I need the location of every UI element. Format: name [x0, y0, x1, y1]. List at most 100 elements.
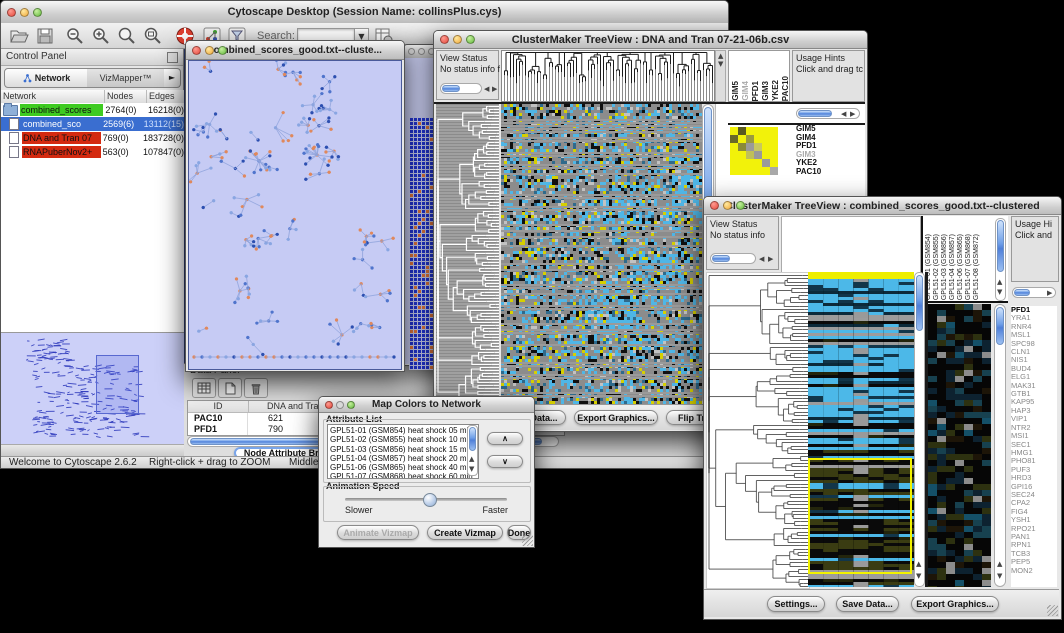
matrix-cell[interactable]	[730, 167, 738, 175]
tv1-status-thumb[interactable]	[442, 85, 460, 92]
tv2-zoom-heatmap[interactable]	[928, 304, 991, 587]
minimize-button[interactable]	[20, 8, 29, 17]
scroll-left-icon[interactable]: ◀	[759, 256, 764, 263]
tv1-hints-thumb[interactable]	[798, 110, 832, 117]
matrix-cell[interactable]	[762, 159, 770, 167]
scroll-down-icon[interactable]: ▼	[916, 573, 921, 580]
tv2-status-scrollbar[interactable]	[710, 253, 756, 264]
tab-network[interactable]: Network	[4, 68, 89, 88]
matrix-cell[interactable]	[738, 151, 746, 159]
open-session-icon[interactable]	[9, 26, 29, 46]
tab-vizmapper[interactable]: VizMapper™	[87, 68, 165, 88]
tv1-row-dendrogram[interactable]	[436, 104, 499, 404]
matrix-cell[interactable]	[746, 167, 754, 175]
tv2-zoom-thumb[interactable]	[996, 307, 1004, 345]
scroll-up-icon[interactable]: ▲	[997, 561, 1002, 568]
matrix-cell[interactable]	[746, 127, 754, 135]
attribute-list-item[interactable]: GPL51-07 (GSM868) heat shock 60 min	[330, 472, 466, 479]
matrix-cell[interactable]	[762, 143, 770, 151]
matrix-cell[interactable]	[754, 159, 762, 167]
zoom-out-icon[interactable]	[65, 26, 85, 46]
matrix-cell[interactable]	[738, 159, 746, 167]
animate-vizmap-button[interactable]: Animate Vizmap	[337, 525, 419, 540]
scroll-right-icon[interactable]: ▶	[1047, 290, 1052, 297]
close-button[interactable]	[7, 8, 16, 17]
tv2-status-thumb[interactable]	[712, 255, 730, 262]
matrix-cell[interactable]	[746, 143, 754, 151]
tv1-hints-scrollbar[interactable]: ◀ ▶	[796, 108, 860, 119]
network-table-row[interactable]: combined_scores2764(0)16218(0)	[1, 103, 184, 117]
tv1-correlation-matrix[interactable]	[730, 127, 778, 175]
tv2-selection-box[interactable]	[808, 458, 912, 574]
tv1-heatmap[interactable]	[501, 104, 702, 404]
resize-grip[interactable]	[522, 535, 533, 546]
tv1-column-dendrogram[interactable]	[501, 50, 715, 102]
col-network[interactable]: Network	[1, 90, 105, 103]
inactive-close-button[interactable]	[408, 48, 415, 55]
export-graphics-button[interactable]: Export Graphics...	[911, 596, 999, 612]
matrix-cell[interactable]	[754, 143, 762, 151]
matrix-cell[interactable]	[762, 135, 770, 143]
id-column-header[interactable]: ID	[188, 401, 249, 412]
attribute-list-thumb[interactable]	[469, 427, 476, 451]
matrix-cell[interactable]	[730, 151, 738, 159]
matrix-cell[interactable]	[730, 143, 738, 151]
scroll-left-icon[interactable]: ◀	[841, 111, 846, 118]
scroll-down-icon[interactable]: ▼	[469, 466, 474, 473]
zoom-button[interactable]	[33, 8, 42, 17]
resize-grip[interactable]	[1047, 605, 1058, 616]
attribute-list-item[interactable]: GPL51-01 (GSM854) heat shock 05 min	[330, 426, 466, 435]
matrix-cell[interactable]	[770, 135, 778, 143]
matrix-cell[interactable]	[770, 143, 778, 151]
tv2-hints-thumb[interactable]	[1014, 289, 1030, 296]
close-button[interactable]	[710, 201, 719, 210]
scroll-down-icon[interactable]: ▼	[997, 573, 1002, 580]
attribute-list-item[interactable]: GPL51-03 (GSM856) heat shock 15 min	[330, 445, 466, 454]
zoom-selected-icon[interactable]	[143, 26, 163, 46]
tv2-collabel-vscroll[interactable]: ▲ ▼	[995, 218, 1006, 301]
zoom-button[interactable]	[466, 35, 475, 44]
settings-button[interactable]: Settings...	[767, 596, 825, 612]
zoom-button[interactable]	[736, 201, 745, 210]
close-button[interactable]	[440, 35, 449, 44]
network-table-row[interactable]: DNA and Tran 07769(0)183728(0)	[1, 131, 184, 145]
minimize-button[interactable]	[205, 46, 214, 55]
col-edges[interactable]: Edges	[147, 90, 184, 103]
inactive-minimize-button[interactable]	[418, 48, 425, 55]
animation-speed-slider[interactable]	[345, 498, 507, 501]
more-tabs-button[interactable]: ►	[164, 68, 181, 88]
move-up-button[interactable]: ∧	[487, 432, 523, 445]
matrix-cell[interactable]	[730, 135, 738, 143]
minimize-button[interactable]	[723, 201, 732, 210]
matrix-cell[interactable]	[770, 127, 778, 135]
matrix-cell[interactable]	[762, 167, 770, 175]
matrix-cell[interactable]	[746, 151, 754, 159]
main-title-bar[interactable]: Cytoscape Desktop (Session Name: collins…	[1, 1, 728, 24]
scroll-up-icon[interactable]: ▲	[916, 561, 921, 568]
treeview1-title-bar[interactable]: ClusterMaker TreeView : DNA and Tran 07-…	[434, 31, 867, 49]
attribute-list-item[interactable]: GPL51-06 (GSM865) heat shock 40 min	[330, 463, 466, 472]
zoom-fit-icon[interactable]	[117, 26, 137, 46]
move-down-button[interactable]: ∨	[487, 455, 523, 468]
matrix-cell[interactable]	[770, 167, 778, 175]
scroll-right-icon[interactable]: ▶	[768, 256, 773, 263]
matrix-cell[interactable]	[738, 135, 746, 143]
save-data-button[interactable]: Save Data...	[836, 596, 899, 612]
tv2-row-dendrogram[interactable]	[706, 272, 810, 589]
matrix-cell[interactable]	[754, 135, 762, 143]
scroll-up-icon[interactable]: ▲	[469, 456, 474, 463]
network-table-row[interactable]: combined_sco2569(6)13112(15)	[1, 117, 184, 131]
matrix-cell[interactable]	[762, 127, 770, 135]
attribute-list-item[interactable]: GPL51-04 (GSM857) heat shock 20 min	[330, 454, 466, 463]
matrix-cell[interactable]	[754, 167, 762, 175]
delete-attribute-button[interactable]	[244, 378, 268, 398]
matrix-cell[interactable]	[754, 151, 762, 159]
create-vizmap-button[interactable]: Create Vizmap	[427, 525, 503, 540]
matrix-cell[interactable]	[754, 127, 762, 135]
scroll-down-icon[interactable]: ▼	[997, 289, 1002, 296]
matrix-cell[interactable]	[738, 167, 746, 175]
minimize-button[interactable]	[453, 35, 462, 44]
matrix-cell[interactable]	[738, 143, 746, 151]
matrix-cell[interactable]	[738, 127, 746, 135]
tv2-collabel-thumb[interactable]	[997, 220, 1004, 272]
